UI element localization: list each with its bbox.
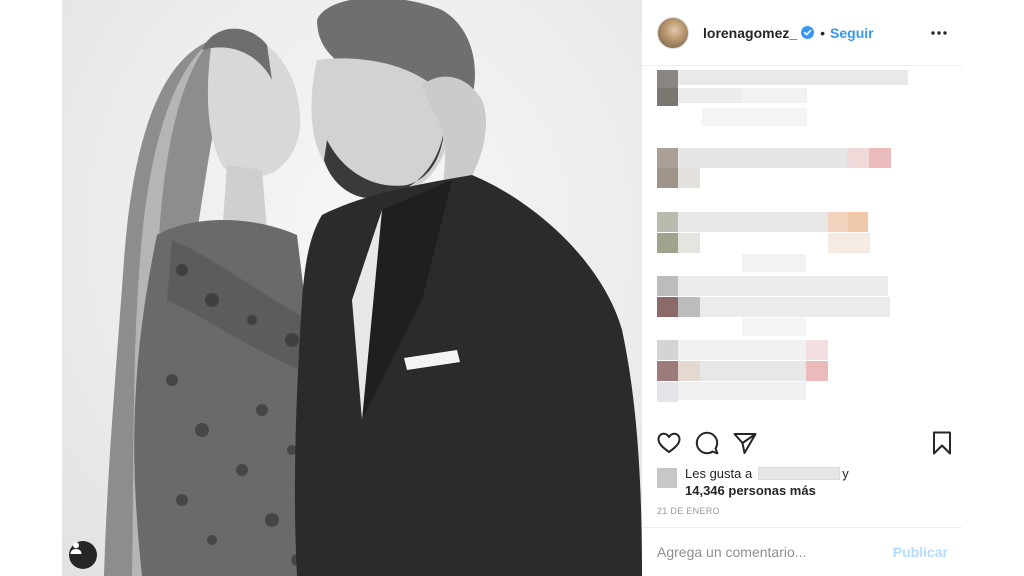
post-header: lorenagomez_ • Seguir: [642, 0, 962, 66]
liked-by-line: Les gusta a y: [685, 466, 849, 481]
follow-button[interactable]: Seguir: [830, 25, 874, 41]
likes-count[interactable]: 14,346 personas más: [685, 483, 816, 498]
liked-by-prefix: Les gusta a: [685, 466, 753, 481]
post-sidebar: lorenagomez_ • Seguir Les gusta a y 14,3…: [642, 0, 962, 576]
liker-name-pixelated[interactable]: [758, 467, 841, 480]
liked-by-conjunction: y: [842, 466, 849, 481]
person-icon: [70, 542, 82, 554]
action-bar: [656, 428, 956, 460]
bookmark-icon[interactable]: [929, 430, 955, 456]
comment-form: Agrega un comentario... Publicar: [642, 527, 962, 576]
separator-dot: •: [820, 24, 826, 41]
more-options-icon[interactable]: [930, 24, 948, 42]
username-link[interactable]: lorenagomez_: [703, 25, 797, 41]
user-tag-icon[interactable]: [69, 541, 97, 569]
verified-badge-icon: [801, 26, 815, 39]
pixelated-comments: [657, 70, 908, 402]
heart-icon[interactable]: [656, 430, 682, 456]
liker-avatar[interactable]: [657, 468, 677, 488]
post-photo[interactable]: [62, 0, 642, 576]
comment-input[interactable]: Agrega un comentario...: [657, 544, 893, 560]
couple-illustration: [104, 0, 642, 576]
share-icon[interactable]: [732, 430, 758, 456]
publish-button[interactable]: Publicar: [893, 544, 948, 560]
comments-list-pixelated: [642, 67, 962, 419]
post-date[interactable]: 21 DE ENERO: [657, 506, 720, 516]
avatar[interactable]: [657, 16, 689, 49]
comment-icon[interactable]: [694, 430, 720, 456]
likes-section: Les gusta a y 14,346 personas más: [656, 464, 956, 504]
